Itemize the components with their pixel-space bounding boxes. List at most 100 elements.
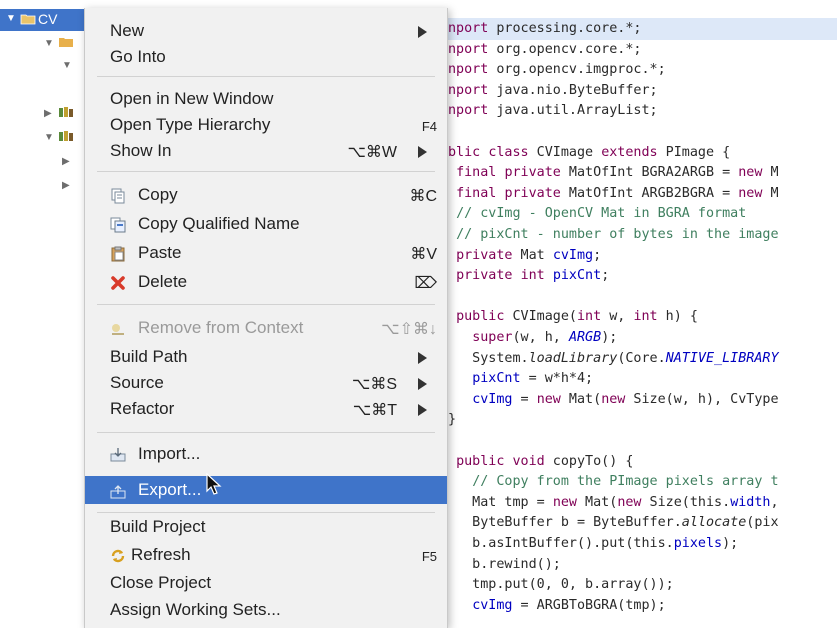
code-line: super(w, h, ARGB); xyxy=(472,330,618,345)
code-line: private int pixCnt; xyxy=(456,268,610,284)
delete-icon xyxy=(111,276,125,290)
menu-item-label: Build Project xyxy=(110,517,206,536)
menu-separator xyxy=(97,304,435,305)
menu-item-new[interactable]: New xyxy=(85,18,447,44)
paste-icon xyxy=(111,246,125,262)
menu-item-label: Open Type Hierarchy xyxy=(110,115,271,134)
code-line: private Mat cvImg; xyxy=(456,247,602,263)
menu-item-copy-qualified-name[interactable]: Copy Qualified Name xyxy=(85,211,447,237)
menu-item-label: Refactor xyxy=(110,399,175,418)
collapse-arrow-icon[interactable]: ▶ xyxy=(62,156,70,167)
menu-item-label: Refresh xyxy=(131,545,191,564)
menu-separator xyxy=(97,512,435,513)
code-line: public CVImage(int w, int h) { xyxy=(456,309,698,325)
code-line: nport org.opencv.core.*; xyxy=(448,41,642,57)
export-icon xyxy=(110,485,126,499)
menu-item-label: Build Path xyxy=(110,347,188,366)
menu-item-import[interactable]: Import... xyxy=(85,441,447,467)
menu-item-label: Delete xyxy=(138,272,188,291)
project-folder-icon xyxy=(20,14,36,25)
menu-item-shortcut: ⌘C xyxy=(409,188,437,205)
expand-arrow-icon[interactable]: ▼ xyxy=(62,60,72,71)
menu-item-label: Export... xyxy=(138,480,202,499)
library-icon xyxy=(59,131,73,141)
submenu-arrow-icon xyxy=(418,404,427,416)
menu-item-shortcut: ⌥⌘S xyxy=(351,376,397,393)
package-folder-icon xyxy=(59,38,73,47)
menu-item-close-project[interactable]: Close Project xyxy=(85,570,447,596)
menu-item-label: Show In xyxy=(110,141,172,160)
menu-item-open-type-hierarchy[interactable]: Open Type Hierarchy F4 xyxy=(85,112,447,138)
code-line: nport java.util.ArrayList; xyxy=(448,103,658,119)
menu-item-show-in[interactable]: Show In ⌥⌘W xyxy=(85,138,447,164)
context-menu: New Go Into Open in New Window Open Type… xyxy=(84,8,448,628)
code-line: System.loadLibrary(Core.NATIVE_LIBRARY xyxy=(448,350,779,366)
library-icon xyxy=(59,107,73,117)
code-line: ByteBuffer b = ByteBuffer.allocate(pix xyxy=(448,515,779,531)
menu-item-shortcut: ⌦ xyxy=(414,275,437,292)
code-line: // pixCnt - number of bytes in the image xyxy=(456,227,779,242)
expand-arrow-icon[interactable]: ▼ xyxy=(44,38,54,49)
submenu-arrow-icon xyxy=(418,352,427,364)
menu-item-label: Copy Qualified Name xyxy=(138,214,300,233)
refresh-icon xyxy=(111,549,125,563)
menu-item-build-project[interactable]: Build Project xyxy=(85,514,447,540)
menu-item-paste[interactable]: Paste ⌘V xyxy=(85,240,447,266)
import-icon xyxy=(110,448,126,462)
code-line: b.rewind(); xyxy=(448,556,561,572)
menu-item-refresh[interactable]: Refresh F5 xyxy=(85,542,447,568)
menu-item-shortcut: F5 xyxy=(421,549,437,564)
submenu-arrow-icon xyxy=(418,146,427,158)
menu-item-refactor[interactable]: Refactor ⌥⌘T xyxy=(85,396,447,422)
copy-icon xyxy=(111,188,125,204)
code-line: nport org.opencv.imgproc.*; xyxy=(448,62,666,78)
menu-item-export[interactable]: Export... xyxy=(85,476,447,504)
menu-item-label: Remove from Context xyxy=(138,318,304,337)
code-line: tmp.put(0, 0, b.array()); xyxy=(448,577,674,593)
menu-item-shortcut: ⌥⇧⌘↓ xyxy=(381,321,437,338)
code-line: nport processing.core.*; xyxy=(448,21,642,36)
menu-item-assign-working-sets[interactable]: Assign Working Sets... xyxy=(85,597,447,623)
code-line: b.asIntBuffer().put(this.pixels); xyxy=(448,536,739,551)
code-line: cvImg = new Mat(new Size(w, h), CvType xyxy=(472,391,779,407)
code-line: public void copyTo() { xyxy=(456,453,634,469)
code-line: nport java.nio.ByteBuffer; xyxy=(448,82,658,98)
menu-item-label: Import... xyxy=(138,444,201,463)
menu-item-build-path[interactable]: Build Path xyxy=(85,344,447,370)
code-line: cvImg = ARGBToBGRA(tmp); xyxy=(472,597,666,613)
menu-item-shortcut: ⌘V xyxy=(410,246,437,263)
menu-item-label: Copy xyxy=(138,185,178,204)
menu-item-remove-from-context: Remove from Context ⌥⇧⌘↓ xyxy=(85,315,447,341)
code-line: Mat tmp = new Mat(new Size(this.width, xyxy=(448,494,779,510)
menu-item-label: Close Project xyxy=(110,573,212,592)
code-line: final private MatOfInt ARGB2BGRA = new M xyxy=(456,185,779,201)
mouse-pointer-icon xyxy=(206,473,222,495)
code-line: // cvImg - OpenCV Mat in BGRA format xyxy=(456,206,747,222)
expand-arrow-icon[interactable]: ▼ xyxy=(6,13,16,24)
menu-item-label: Source xyxy=(110,373,164,392)
menu-item-delete[interactable]: Delete ⌦ xyxy=(85,269,447,295)
menu-item-label: Open in New Window xyxy=(110,89,274,108)
menu-item-label: Assign Working Sets... xyxy=(110,600,281,619)
menu-item-shortcut: ⌥⌘T xyxy=(352,402,397,419)
code-line: } xyxy=(448,412,457,428)
copy-qualified-name-icon xyxy=(110,217,126,233)
menu-item-label: Paste xyxy=(138,243,182,262)
menu-separator xyxy=(97,76,435,77)
menu-item-source[interactable]: Source ⌥⌘S xyxy=(85,370,447,396)
menu-item-go-into[interactable]: Go Into xyxy=(85,44,447,70)
menu-separator xyxy=(97,171,435,172)
remove-context-icon xyxy=(112,324,124,335)
menu-item-shortcut: F4 xyxy=(421,119,437,134)
code-line: blic class CVImage extends PImage { xyxy=(448,144,731,160)
submenu-arrow-icon xyxy=(418,26,427,38)
tree-item-label: CV xyxy=(38,11,58,27)
code-line: pixCnt = w*h*4; xyxy=(472,371,594,387)
code-line: // Copy from the PImage pixels array t xyxy=(472,474,779,490)
code-editor[interactable]: nport processing.core.*; nport org.opencv… xyxy=(448,0,837,627)
collapse-arrow-icon[interactable]: ▶ xyxy=(44,108,52,119)
menu-item-copy[interactable]: Copy ⌘C xyxy=(85,182,447,208)
collapse-arrow-icon[interactable]: ▶ xyxy=(62,180,70,191)
expand-arrow-icon[interactable]: ▼ xyxy=(44,132,54,143)
menu-item-open-in-new-window[interactable]: Open in New Window xyxy=(85,86,447,112)
